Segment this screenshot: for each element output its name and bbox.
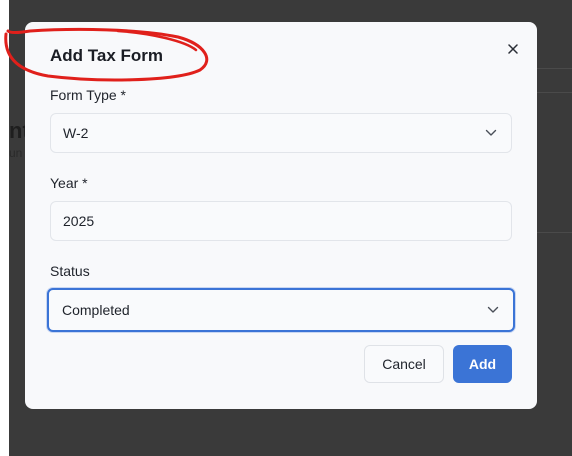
status-value: Completed: [62, 302, 130, 318]
chevron-down-icon: [487, 306, 499, 313]
add-tax-form-dialog: Add Tax Form Form Type * W-2 Year * 2025…: [25, 22, 537, 409]
close-button[interactable]: [502, 38, 524, 60]
year-value: 2025: [63, 213, 95, 229]
form-type-select[interactable]: W-2: [50, 113, 512, 153]
add-button[interactable]: Add: [453, 345, 512, 383]
cancel-button[interactable]: Cancel: [364, 345, 444, 383]
year-label: Year *: [50, 175, 88, 191]
page-edge: [0, 0, 9, 456]
background-divider: [532, 232, 572, 233]
background-divider: [532, 68, 572, 69]
dialog-title: Add Tax Form: [50, 46, 164, 65]
chevron-down-icon: [485, 129, 497, 136]
status-label: Status: [50, 263, 90, 279]
form-type-value: W-2: [63, 125, 89, 141]
background-divider: [532, 92, 572, 93]
status-select[interactable]: Completed: [47, 288, 515, 332]
year-input[interactable]: 2025: [50, 201, 512, 241]
close-icon: [508, 44, 518, 54]
form-type-label: Form Type *: [50, 87, 126, 103]
